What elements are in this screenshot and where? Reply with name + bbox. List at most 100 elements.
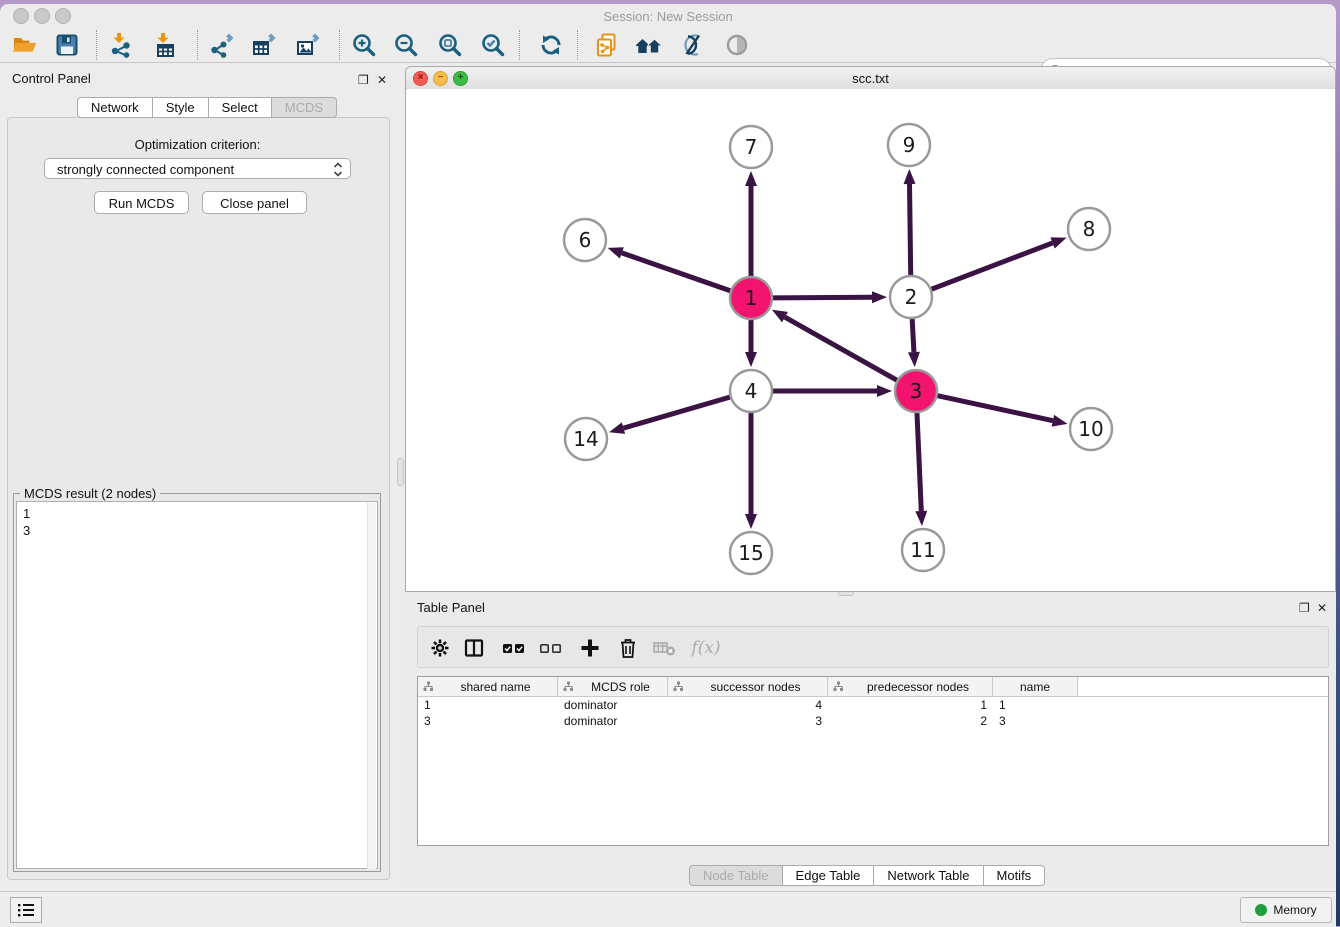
column-header-filler [1078, 677, 1328, 696]
table-row[interactable]: 1dominator411 [418, 697, 1328, 713]
graph-edge-arrowhead [609, 422, 625, 434]
tab-network[interactable]: Network [77, 97, 153, 118]
optimization-criterion-select[interactable]: strongly connected component [44, 158, 351, 179]
table-cell[interactable]: 3 [668, 713, 828, 729]
graph-node-label: 8 [1083, 217, 1096, 241]
import-network-icon[interactable] [104, 30, 138, 60]
graph-edge-arrowhead [877, 385, 892, 397]
graph-edge-1-6[interactable] [622, 253, 730, 291]
task-history-button[interactable] [10, 897, 42, 923]
delete-column-icon[interactable] [614, 635, 642, 661]
tab-node-table[interactable]: Node Table [689, 865, 783, 886]
close-table-panel-icon[interactable]: ✕ [1317, 601, 1327, 615]
table-cell[interactable]: 2 [828, 713, 993, 729]
memory-status-icon [1255, 904, 1267, 916]
mcds-scrollbar[interactable] [367, 503, 376, 869]
graph-edge-2-3[interactable] [912, 319, 914, 352]
table-cell[interactable]: 3 [993, 713, 1078, 729]
tab-edge-table[interactable]: Edge Table [783, 865, 875, 886]
column-header-successor-nodes[interactable]: successor nodes [668, 677, 828, 696]
table-cell[interactable]: dominator [558, 713, 668, 729]
table-header-row: shared nameMCDS role successor nodes prede… [418, 677, 1328, 697]
zoom-out-icon[interactable] [389, 30, 423, 60]
mcds-result-group: MCDS result (2 nodes) 1 3 [13, 493, 381, 872]
network-canvas[interactable]: 7968124314101511 [407, 89, 1335, 591]
table-cell[interactable]: 1 [418, 697, 558, 713]
table-settings-icon[interactable] [426, 635, 454, 661]
table-cell[interactable]: dominator [558, 697, 668, 713]
import-table-icon[interactable] [148, 30, 182, 60]
export-table-icon[interactable] [247, 30, 281, 60]
table-body: 1dominator4113dominator323 [418, 697, 1328, 729]
table-toolbar: f(x) [417, 626, 1329, 668]
graph-edge-arrowhead [745, 352, 757, 367]
zoom-selected-icon[interactable] [476, 30, 510, 60]
graph-node-label: 6 [579, 228, 592, 252]
level-of-detail-icon[interactable] [720, 30, 754, 60]
graphics-details-icon[interactable] [676, 30, 710, 60]
graph-edge-3-10[interactable] [937, 396, 1052, 421]
save-session-icon[interactable] [50, 30, 84, 60]
close-panel-button[interactable]: Close panel [202, 191, 307, 214]
open-recent-icon[interactable] [632, 30, 666, 60]
graph-edge-2-8[interactable] [932, 243, 1053, 289]
tab-select[interactable]: Select [209, 97, 272, 118]
graph-edge-3-1[interactable] [785, 317, 897, 380]
graph-node-label: 7 [745, 135, 758, 159]
export-image-icon[interactable] [291, 30, 325, 60]
network-window-title: scc.txt [406, 71, 1335, 86]
clone-network-icon[interactable] [590, 30, 624, 60]
column-type-icon [833, 681, 844, 692]
network-graph[interactable]: 7968124314101511 [407, 89, 1335, 591]
table-cell[interactable]: 3 [418, 713, 558, 729]
graph-edge-2-9[interactable] [910, 184, 911, 275]
mcds-result-text: 1 3 [23, 505, 30, 539]
table-cell[interactable]: 1 [828, 697, 993, 713]
float-panel-icon[interactable]: ❐ [358, 73, 369, 87]
column-header-label: shared name [434, 680, 557, 694]
graph-edge-3-11[interactable] [917, 413, 921, 511]
open-session-icon[interactable] [8, 30, 42, 60]
export-network-icon[interactable] [205, 30, 239, 60]
zoom-in-icon[interactable] [347, 30, 381, 60]
column-header-shared-name[interactable]: shared name [418, 677, 558, 696]
delete-table-icon[interactable] [651, 635, 679, 661]
add-column-icon[interactable] [576, 635, 604, 661]
select-all-columns-icon[interactable] [500, 635, 528, 661]
table-cell[interactable]: 1 [993, 697, 1078, 713]
column-header-predecessor-nodes[interactable]: predecessor nodes [828, 677, 993, 696]
close-panel-icon[interactable]: ✕ [377, 73, 387, 87]
graph-edge-4-14[interactable] [623, 397, 729, 428]
zoom-fit-icon[interactable] [433, 30, 467, 60]
node-table: shared nameMCDS role successor nodes prede… [417, 676, 1329, 846]
vertical-splitter-handle[interactable] [397, 458, 404, 486]
graph-edge-arrowhead [908, 352, 920, 367]
tab-style[interactable]: Style [153, 97, 209, 118]
control-panel-title: Control Panel [12, 71, 91, 86]
column-header-name[interactable]: name [993, 677, 1078, 696]
column-header-label: predecessor nodes [844, 680, 992, 694]
mcds-result-textarea[interactable]: 1 3 [16, 501, 378, 869]
column-header-label: name [993, 680, 1077, 694]
tab-mcds[interactable]: MCDS [272, 97, 337, 118]
column-type-icon [563, 681, 574, 692]
table-cell[interactable]: 4 [668, 697, 828, 713]
refresh-layout-icon[interactable] [534, 30, 568, 60]
run-mcds-button[interactable]: Run MCDS [94, 191, 189, 214]
status-bar [0, 891, 1336, 927]
graph-edge-1-2[interactable] [773, 297, 872, 298]
tab-motifs[interactable]: Motifs [984, 865, 1046, 886]
table-row[interactable]: 3dominator323 [418, 713, 1328, 729]
network-window: × − + scc.txt 7968124314101511 [405, 66, 1336, 592]
graph-node-label: 4 [745, 379, 758, 403]
memory-button[interactable]: Memory [1240, 897, 1332, 923]
function-builder-icon[interactable]: f(x) [686, 635, 726, 661]
deselect-all-columns-icon[interactable] [537, 635, 565, 661]
network-window-titlebar[interactable]: × − + scc.txt [406, 67, 1335, 90]
memory-label: Memory [1273, 903, 1316, 917]
tab-network-table[interactable]: Network Table [874, 865, 983, 886]
column-header-label: successor nodes [684, 680, 827, 694]
column-header-MCDS-role[interactable]: MCDS role [558, 677, 668, 696]
float-table-panel-icon[interactable]: ❐ [1299, 601, 1310, 615]
split-pane-icon[interactable] [460, 635, 488, 661]
